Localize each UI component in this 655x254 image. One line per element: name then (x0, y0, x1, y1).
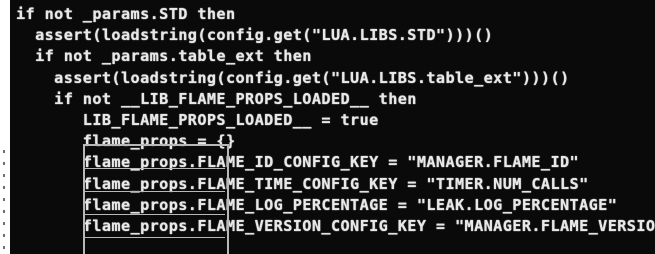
code-line-9: flame_props.FLAME_TIME_CONFIG_KEY = "TIM… (16, 174, 589, 193)
margin-mark (3, 186, 5, 189)
margin-mark (3, 150, 5, 153)
code-line-4: assert(loadstring(config.get("LUA.LIBS.t… (16, 68, 570, 87)
lua-source-code: if not _params.STD then assert(loadstrin… (16, 4, 655, 237)
margin-mark (3, 234, 5, 237)
code-line-7: flame_props = {} (16, 132, 236, 151)
code-line-8: flame_props.FLAME_ID_CONFIG_KEY = "MANAG… (16, 153, 580, 172)
code-line-5: if not __LIB_FLAME_PROPS_LOADED__ then (16, 89, 417, 108)
row-divider-4 (83, 237, 225, 238)
page-margin (0, 0, 10, 254)
code-line-11: flame_props.FLAME_VERSION_CONFIG_KEY = "… (16, 216, 655, 235)
code-line-6: LIB_FLAME_PROPS_LOADED__ = true (16, 110, 379, 129)
margin-mark (3, 246, 5, 249)
margin-mark (3, 162, 5, 165)
code-line-10: flame_props.FLAME_LOG_PERCENTAGE = "LEAK… (16, 195, 618, 214)
margin-mark (3, 174, 5, 177)
margin-mark (3, 210, 5, 213)
code-line-1: if not _params.STD then (16, 5, 236, 23)
code-view: if not _params.STD then assert(loadstrin… (0, 0, 655, 254)
code-line-3: if not _params.table_ext then (16, 47, 312, 66)
margin-mark (3, 222, 5, 225)
margin-mark (3, 198, 5, 201)
code-line-2: assert(loadstring(config.get("LUA.LIBS.S… (16, 26, 494, 45)
